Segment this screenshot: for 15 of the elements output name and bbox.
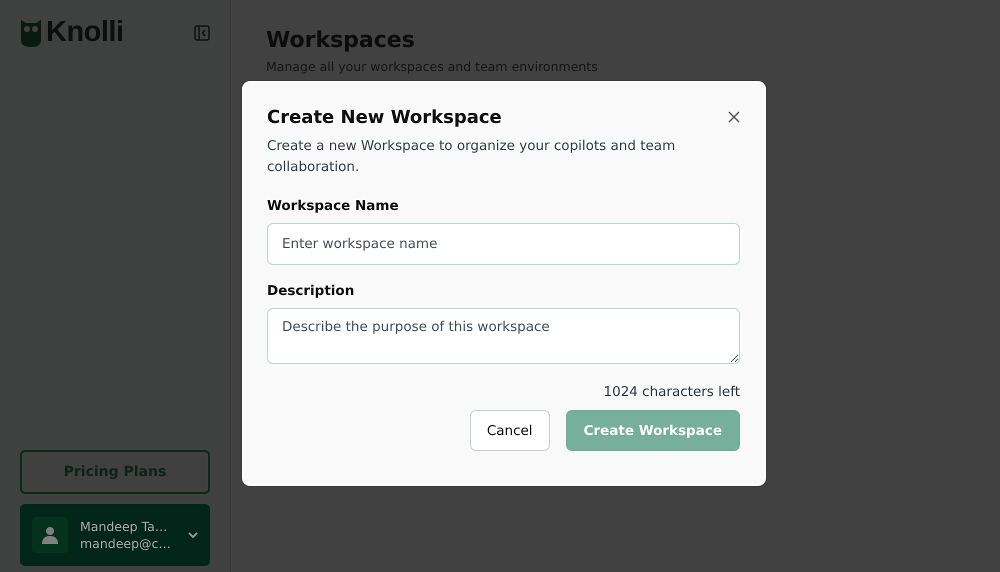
name-field[interactable]: Enter workspace name — [267, 223, 740, 265]
owl-logo-icon — [20, 18, 42, 48]
user-name: Mandeep Ta… — [80, 519, 168, 534]
dialog-description: Create a new Workspace to organize your copilots and team collaboration. — [267, 137, 676, 177]
avatar-icon — [32, 517, 68, 553]
user-email: mandeep@c… — [80, 536, 172, 551]
field-label: Description — [267, 283, 356, 299]
description-field[interactable]: Describe the purpose of this workspace — [267, 308, 740, 364]
cancel-button[interactable]: Cancel — [470, 410, 550, 451]
close-icon[interactable] — [728, 111, 740, 123]
user-menu[interactable]: Mandeep Ta… mandeep@c… — [20, 504, 210, 566]
character-counter: 1024 characters left — [604, 384, 740, 400]
chevron-down-icon — [188, 532, 198, 538]
dialog-title: Create New Workspace — [267, 107, 502, 128]
field-label: Workspace Name — [267, 198, 400, 214]
